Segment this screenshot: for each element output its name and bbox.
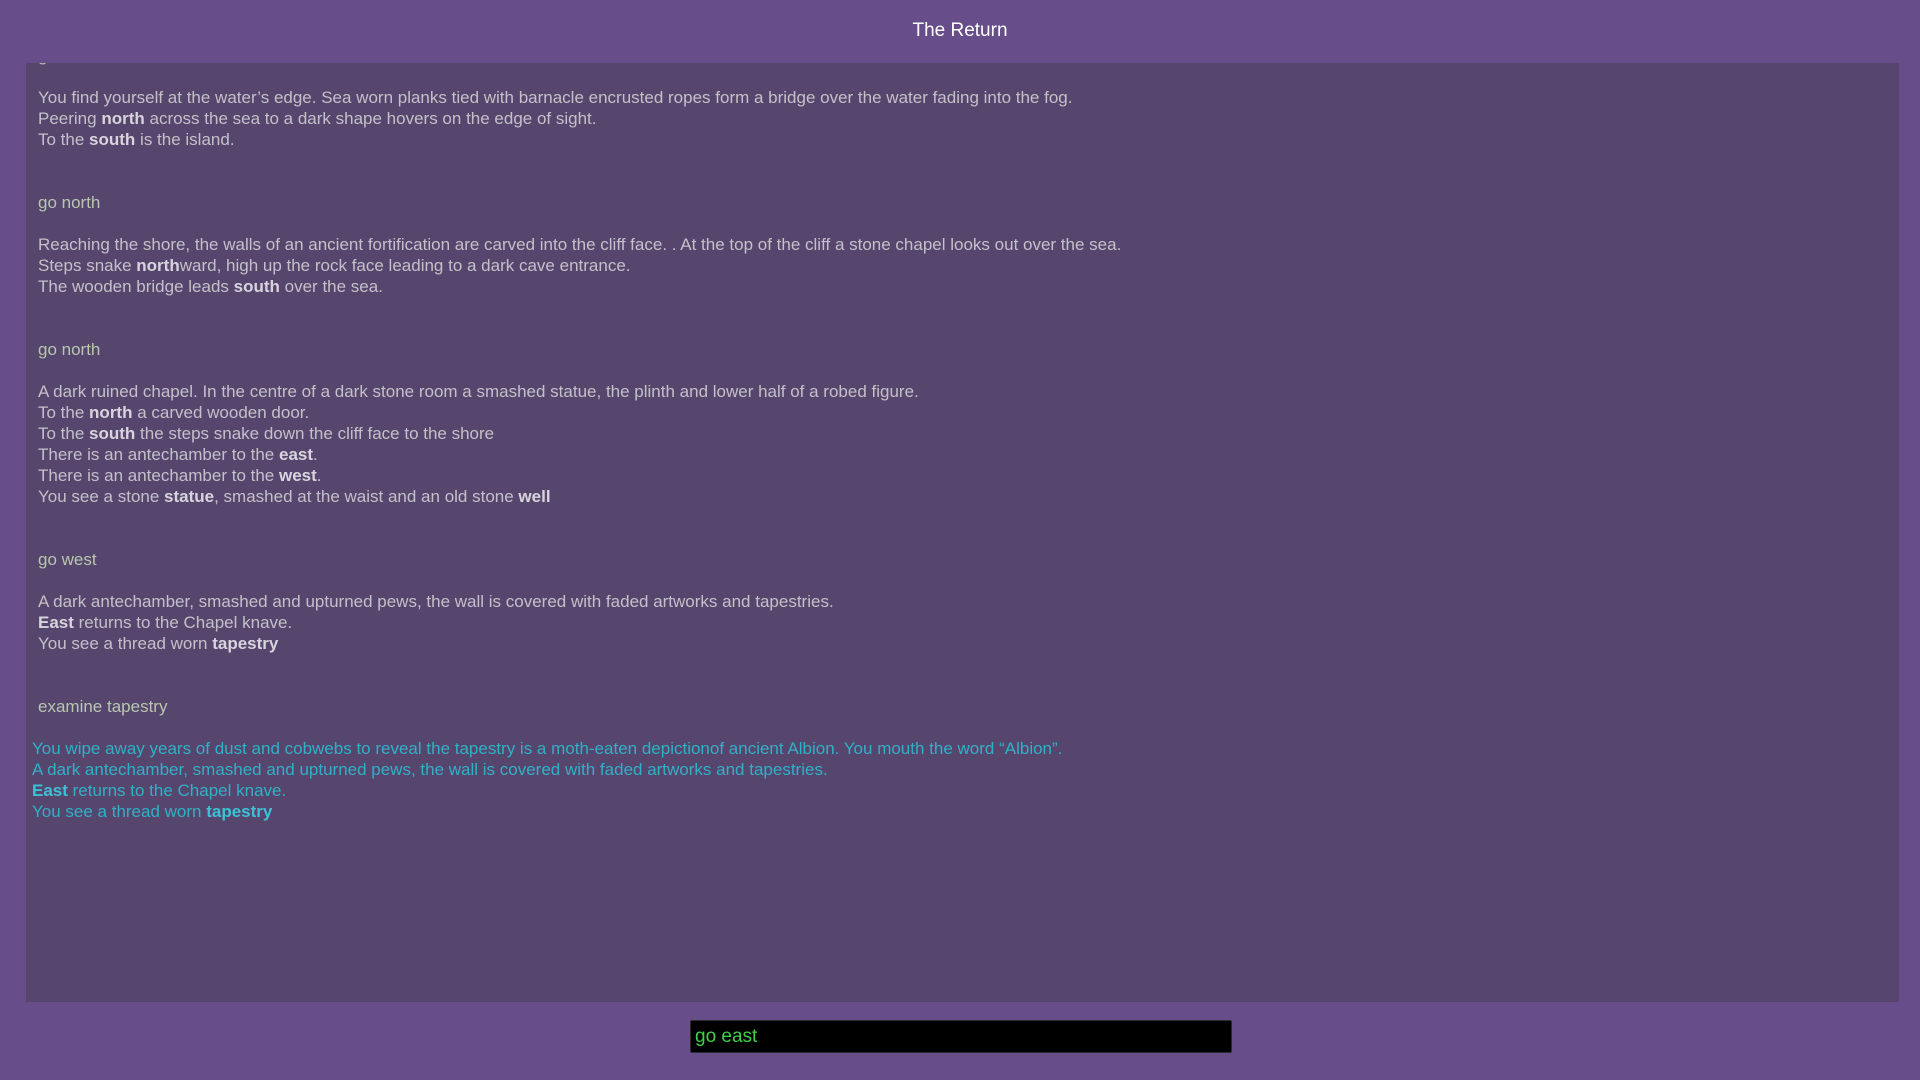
keyword: north	[101, 109, 145, 128]
text-segment: A dark antechamber, smashed and upturned…	[32, 760, 828, 779]
response-line: A dark ruined chapel. In the centre of a…	[38, 381, 1899, 402]
text-segment: A dark ruined chapel. In the centre of a…	[38, 382, 919, 401]
response-line: You see a thread worn tapestry	[38, 633, 1899, 654]
text-segment: Peering	[38, 109, 102, 128]
text-segment: the steps snake down the cliff face to t…	[135, 424, 495, 443]
keyword: south	[89, 424, 136, 443]
text-segment: Steps snake	[38, 256, 137, 275]
text-segment: returns to the Chapel knave.	[67, 781, 287, 800]
keyword: south	[89, 130, 136, 149]
response-line: A dark antechamber, smashed and upturned…	[38, 591, 1899, 612]
keyword: north	[136, 256, 180, 275]
text-segment: .	[316, 466, 322, 485]
log-response: A dark ruined chapel. In the centre of a…	[26, 381, 1899, 507]
text-segment: Reaching the shore, the walls of an anci…	[38, 235, 1122, 254]
text-segment: , smashed at the waist and an old stone	[214, 487, 519, 506]
log-command: go north	[26, 63, 1899, 66]
log-response: You find yourself at the water’s edge. S…	[26, 87, 1899, 150]
log-response: A dark antechamber, smashed and upturned…	[26, 591, 1899, 654]
output-log[interactable]: go north You find yourself at the water’s…	[26, 63, 1899, 1002]
text-segment: over the sea.	[279, 277, 383, 296]
response-line: There is an antechamber to the east.	[38, 444, 1899, 465]
current-response: You wipe away years of dust and cobwebs …	[26, 738, 1899, 822]
log-command: go north	[38, 340, 101, 359]
log-command: go west	[38, 550, 97, 569]
response-line: Peering north across the sea to a dark s…	[38, 108, 1899, 129]
text-segment: returns to the Chapel knave.	[73, 613, 293, 632]
response-line: To the south is the island.	[38, 129, 1899, 150]
command-input[interactable]	[691, 1021, 1231, 1052]
keyword: east	[278, 445, 314, 464]
text-segment: is the island.	[135, 130, 235, 149]
text-segment: across the sea to a dark shape hovers on…	[144, 109, 597, 128]
text-segment: To the	[38, 403, 90, 422]
text-segment: You see a thread worn	[32, 802, 207, 821]
text-segment: You wipe away years of dust and cobwebs …	[32, 739, 1063, 758]
text-segment: ward, high up the rock face leading to a…	[179, 256, 631, 275]
response-line: You see a stone statue, smashed at the w…	[38, 486, 1899, 507]
text-segment: .	[313, 445, 318, 464]
keyword: tapestry	[212, 634, 279, 653]
keyword: East	[38, 613, 74, 632]
text-segment: You see a stone	[38, 487, 165, 506]
text-segment: There is an antechamber to the	[38, 466, 279, 485]
keyword: East	[32, 781, 68, 800]
log-response: Reaching the shore, the walls of an anci…	[26, 234, 1899, 297]
keyword: statue	[164, 487, 215, 506]
keyword: west	[278, 466, 317, 485]
title-bar: The Return	[0, 0, 1920, 62]
response-line: There is an antechamber to the west.	[38, 465, 1899, 486]
log-command: go north	[38, 193, 101, 212]
game-title: The Return	[912, 20, 1008, 41]
keyword: well	[518, 487, 551, 506]
text-segment: You see a thread worn	[38, 634, 213, 653]
text-segment: a carved wooden door.	[132, 403, 310, 422]
response-line: You see a thread worn tapestry	[32, 801, 1899, 822]
response-line: A dark antechamber, smashed and upturned…	[32, 759, 1899, 780]
response-line: The wooden bridge leads south over the s…	[38, 276, 1899, 297]
response-line: You find yourself at the water’s edge. S…	[38, 87, 1899, 108]
response-line: East returns to the Chapel knave.	[32, 780, 1899, 801]
response-line: Reaching the shore, the walls of an anci…	[38, 234, 1899, 255]
text-segment: There is an antechamber to the	[38, 445, 279, 464]
text-segment: A dark antechamber, smashed and upturned…	[38, 592, 834, 611]
response-line: To the south the steps snake down the cl…	[38, 423, 1899, 444]
response-line: Steps snake northward, high up the rock …	[38, 255, 1899, 276]
response-line: You wipe away years of dust and cobwebs …	[32, 738, 1899, 759]
keyword: south	[233, 277, 280, 296]
response-line: To the north a carved wooden door.	[38, 402, 1899, 423]
output-log-content: go north You find yourself at the water’s…	[26, 63, 1899, 822]
keyword: north	[89, 403, 133, 422]
response-line: East returns to the Chapel knave.	[38, 612, 1899, 633]
keyword: tapestry	[206, 802, 273, 821]
text-segment: The wooden bridge leads	[38, 277, 234, 296]
text-segment: To the	[38, 424, 90, 443]
command-input-box[interactable]	[690, 1020, 1232, 1053]
text-segment: To the	[38, 130, 90, 149]
log-command: examine tapestry	[38, 697, 168, 716]
text-segment: You find yourself at the water’s edge. S…	[38, 88, 1073, 107]
